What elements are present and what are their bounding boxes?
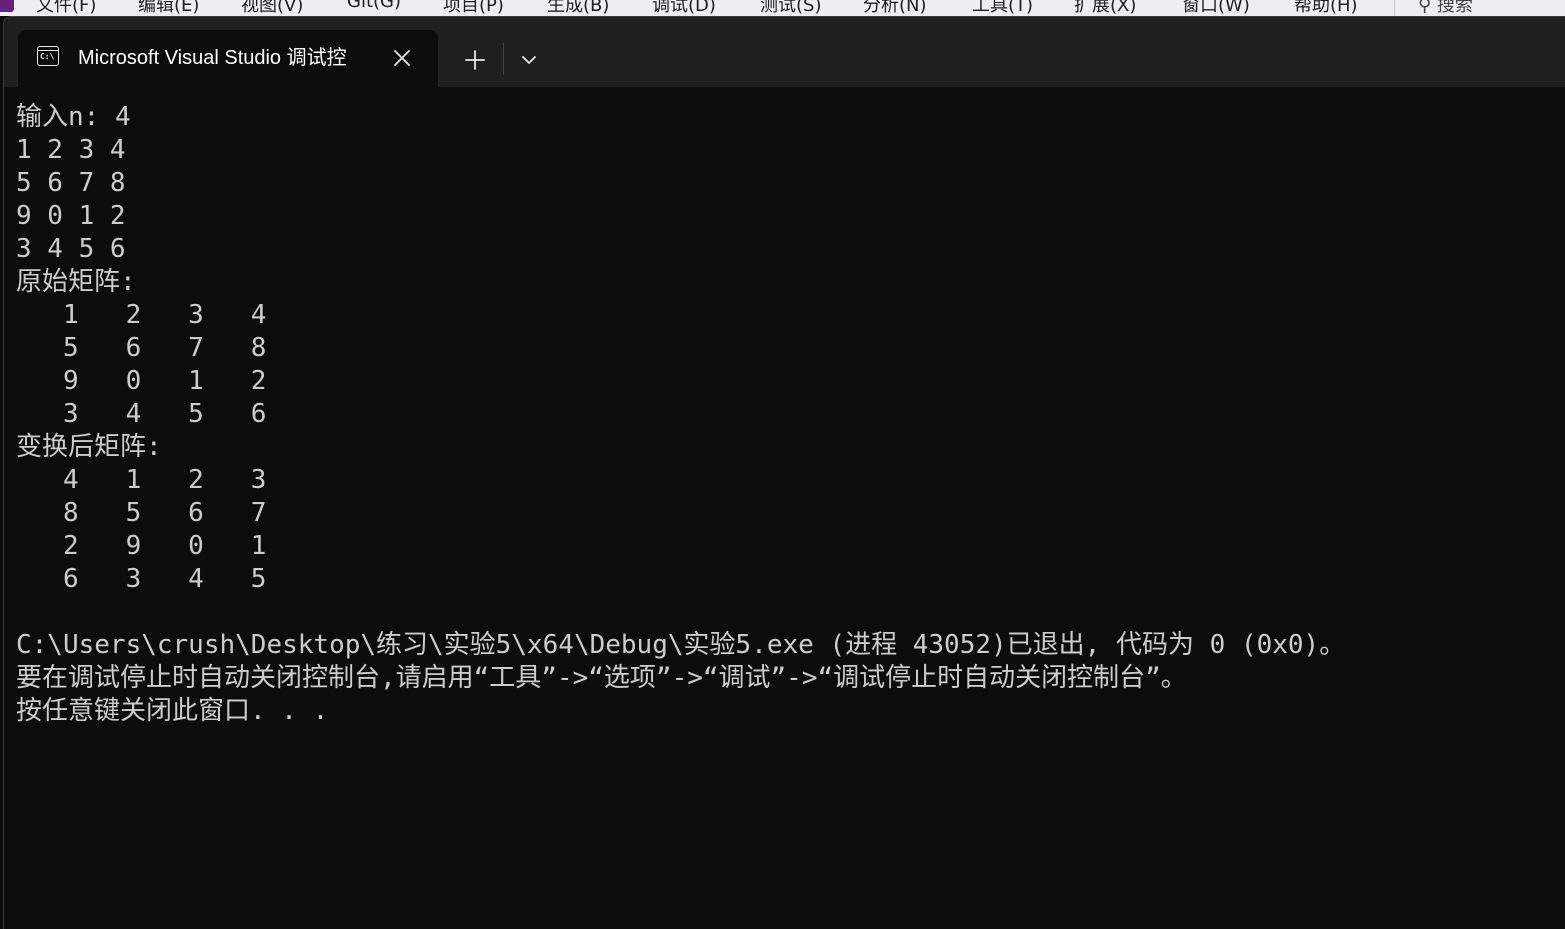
menu-build[interactable]: 生成(B) <box>547 0 609 16</box>
menu-test[interactable]: 测试(S) <box>760 0 821 16</box>
close-tab-button[interactable] <box>388 44 416 72</box>
console-line: C:\Users\crush\Desktop\练习\实验5\x64\Debug\… <box>16 630 1346 660</box>
terminal-window: C:\ Microsoft Visual Studio 调试控 输入n: 4 1… <box>3 16 1565 929</box>
tab-title: Microsoft Visual Studio 调试控 <box>78 47 347 69</box>
console-line: 原始矩阵: <box>16 267 136 297</box>
close-icon <box>394 50 410 66</box>
search-box[interactable]: ⚲ 搜索 <box>1418 0 1473 16</box>
console-line: 8 5 6 7 <box>16 498 267 528</box>
search-label: 搜索 <box>1436 0 1473 16</box>
console-line: 要在调试停止时自动关闭控制台,请启用“工具”->“选项”->“调试”->“调试停… <box>16 663 1187 693</box>
menu-tools[interactable]: 工具(T) <box>972 0 1033 16</box>
console-line: 5 6 7 8 <box>16 333 267 363</box>
menu-analyze[interactable]: 分析(N) <box>863 0 927 16</box>
new-tab-button[interactable] <box>457 42 493 78</box>
console-line: 9 0 1 2 <box>16 366 267 396</box>
console-line: 变换后矩阵: <box>16 432 162 462</box>
console-output[interactable]: 输入n: 4 1 2 3 4 5 6 7 8 9 0 1 2 3 4 5 6 原… <box>16 101 1345 728</box>
profile-dropdown-button[interactable] <box>510 42 546 78</box>
console-line: 按任意键关闭此窗口. . . <box>16 696 329 726</box>
console-line: 5 6 7 8 <box>16 168 126 198</box>
vs-menu-bar: 文件(F) 编辑(E) 视图(V) Git(G) 项目(P) 生成(B) 调试(… <box>0 0 1565 16</box>
console-line: 9 0 1 2 <box>16 201 126 231</box>
console-line: 3 4 5 6 <box>16 399 267 429</box>
menu-git[interactable]: Git(G) <box>347 0 401 12</box>
console-line: 3 4 5 6 <box>16 234 126 264</box>
menu-debug[interactable]: 调试(D) <box>652 0 716 16</box>
tab-bar: C:\ Microsoft Visual Studio 调试控 <box>4 17 1565 87</box>
menu-edit[interactable]: 编辑(E) <box>138 0 199 16</box>
console-line: 输入n: 4 <box>16 102 131 132</box>
console-line: 6 3 4 5 <box>16 564 267 594</box>
plus-icon <box>465 50 485 70</box>
menu-help[interactable]: 帮助(H) <box>1294 0 1358 16</box>
console-line: 4 1 2 3 <box>16 465 267 495</box>
tab-divider <box>503 43 504 75</box>
console-line: 1 2 3 4 <box>16 135 126 165</box>
command-prompt-icon: C:\ <box>37 46 59 66</box>
menu-file[interactable]: 文件(F) <box>36 0 96 16</box>
command-prompt-icon-text: C:\ <box>40 52 55 61</box>
menu-window[interactable]: 窗口(W) <box>1182 0 1250 16</box>
search-icon: ⚲ <box>1418 0 1437 16</box>
menu-separator <box>1394 0 1395 16</box>
menu-extensions[interactable]: 扩展(X) <box>1074 0 1136 16</box>
console-line: 1 2 3 4 <box>16 300 267 330</box>
console-line: 2 9 0 1 <box>16 531 267 561</box>
visual-studio-logo-icon[interactable] <box>0 0 14 12</box>
chevron-down-icon <box>522 56 536 64</box>
tab-debug-console[interactable]: C:\ Microsoft Visual Studio 调试控 <box>18 30 438 87</box>
menu-project[interactable]: 项目(P) <box>443 0 504 16</box>
menu-view[interactable]: 视图(V) <box>241 0 303 16</box>
